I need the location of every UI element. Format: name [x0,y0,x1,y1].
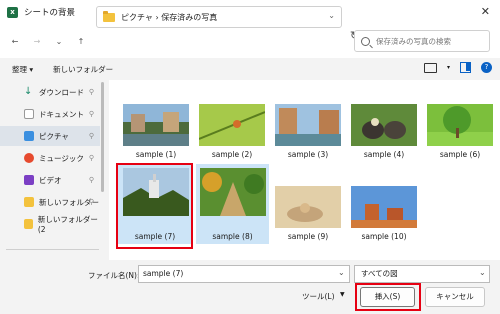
back-icon[interactable]: ← [4,30,26,52]
filename-field[interactable]: sample (7) [138,265,350,283]
up-icon[interactable]: ↑ [70,30,92,52]
sidebar-scrollbar[interactable] [101,82,104,192]
folder-icon [24,219,33,229]
pin-icon[interactable]: ⚲ [89,88,94,96]
pin-icon[interactable]: ⚲ [89,176,94,184]
file-name: sample (9) [287,232,329,241]
file-name: sample (4) [363,150,405,159]
navigation-pane: ↓ ダウンロード ⚲ ドキュメント ⚲ ピクチャ ⚲ ミュージック ⚲ ビデオ … [0,80,105,260]
sidebar-item-pictures[interactable]: ピクチャ ⚲ [0,126,100,146]
filename-label: ファイル名(N): [88,271,140,280]
address-bar[interactable]: ピクチャ › 保存済みの写真 ⌄ [96,6,342,28]
close-icon[interactable]: ✕ [481,5,490,18]
download-icon: ↓ [24,86,33,97]
sidebar-item-label: 新しいフォルダー (2 [37,215,98,234]
document-icon [24,109,34,119]
organize-button[interactable]: 整理 ▾ [12,64,33,75]
view-icon[interactable] [423,62,437,73]
search-placeholder: 保存済みの写真の検索 [376,36,451,46]
address-path: ピクチャ › 保存済みの写真 [121,12,218,22]
file-item[interactable]: sample (1) [123,104,189,160]
sidebar-item-new-folder-2[interactable]: 新しいフォルダー (2 [0,214,100,234]
chevron-down-icon[interactable]: ⌄ [479,268,486,277]
excel-icon: x [7,6,18,18]
file-item[interactable]: sample (6) [427,104,493,160]
file-name: sample (2) [211,150,253,159]
sidebar-item-music[interactable]: ミュージック ⚲ [0,148,100,168]
thumbnail-image [351,104,417,146]
cancel-button[interactable]: キャンセル [425,287,485,307]
file-item[interactable]: sample (10) [351,186,417,242]
chevron-down-icon[interactable]: ▼ [340,291,345,298]
pin-icon[interactable]: ⚲ [89,154,94,162]
new-folder-button[interactable]: 新しいフォルダー [53,64,113,75]
sidebar-item-label: ドキュメント [39,109,84,119]
file-name: sample (10) [361,232,407,241]
thumbnail-image [123,104,189,146]
pictures-icon [24,131,34,141]
window-title: シートの背景 [24,8,76,18]
sidebar-item-label: ミュージック [39,153,84,163]
file-type-select[interactable]: すべての図 [354,265,490,283]
chevron-down-icon[interactable]: ⌄ [48,30,70,52]
chevron-down-icon[interactable]: ⌄ [338,268,345,277]
music-icon [24,153,34,163]
sidebar-item-documents[interactable]: ドキュメント ⚲ [0,104,100,124]
tools-menu[interactable]: ツール(L) [302,291,335,302]
folder-icon [103,10,115,22]
forward-icon[interactable]: → [26,30,48,52]
thumbnail-image [275,104,341,146]
thumbnail-image [275,186,341,228]
pin-icon[interactable]: ⚲ [89,198,94,206]
video-icon [24,175,34,185]
sidebar-item-new-folder[interactable]: 新しいフォルダー ⚲ [0,192,100,212]
command-bar: 整理 ▾ 新しいフォルダー ▾ ? [0,58,500,80]
sidebar-item-label: ピクチャ [39,131,69,141]
divider [6,249,99,250]
pin-icon[interactable]: ⚲ [89,132,94,140]
chevron-down-icon[interactable]: ⌄ [328,11,335,20]
search-input[interactable]: 保存済みの写真の検索 [354,30,490,52]
file-item[interactable]: sample (3) [275,104,341,160]
sidebar-item-label: ダウンロード [39,87,84,97]
thumbnail-image [200,168,266,216]
preview-pane-icon[interactable] [460,62,471,73]
thumbnail-image [199,104,265,146]
sidebar-item-videos[interactable]: ビデオ ⚲ [0,170,100,190]
file-name: sample (3) [287,150,329,159]
file-name: sample (6) [439,150,481,159]
folder-icon [24,197,34,207]
file-name: sample (8) [212,232,253,241]
thumbnail-image [427,104,493,146]
chevron-down-icon[interactable]: ▾ [447,64,450,71]
pin-icon[interactable]: ⚲ [89,110,94,118]
file-item[interactable]: sample (8) [196,164,269,244]
highlight-frame [116,163,193,249]
help-icon[interactable]: ? [481,62,492,73]
file-item[interactable]: sample (2) [199,104,265,160]
highlight-frame [355,283,421,311]
thumbnail-image [351,186,417,228]
file-item[interactable]: sample (9) [275,186,341,242]
file-item[interactable]: sample (4) [351,104,417,160]
sidebar-item-downloads[interactable]: ↓ ダウンロード ⚲ [0,82,100,102]
file-name: sample (1) [135,150,177,159]
search-icon [361,36,370,46]
sidebar-item-label: ビデオ [39,175,62,185]
